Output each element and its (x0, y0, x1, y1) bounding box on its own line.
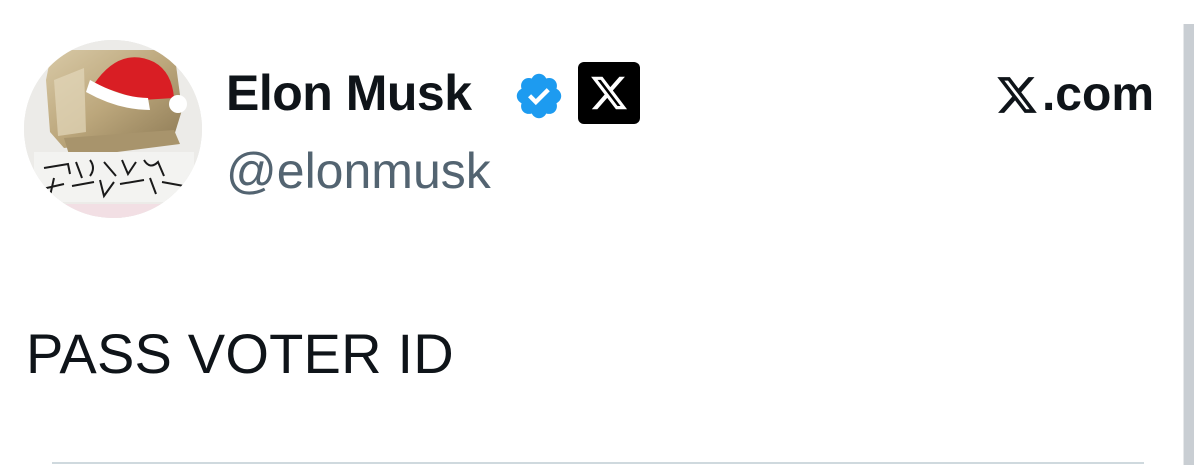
tweet-text: PASS VOTER ID (26, 322, 454, 385)
x-com-brand: .com (994, 64, 1154, 126)
x-logo-icon (591, 76, 628, 110)
divider (52, 462, 1144, 464)
x-affiliation-badge[interactable] (578, 62, 640, 124)
avatar-santa-hat-image (24, 40, 202, 218)
user-handle[interactable]: @elonmusk (226, 140, 491, 202)
verified-badge-icon[interactable] (513, 70, 565, 122)
brand-text: .com (1041, 68, 1154, 121)
display-name[interactable]: Elon Musk (226, 62, 472, 124)
profile-avatar[interactable] (24, 40, 202, 218)
x-logo-icon (997, 77, 1037, 113)
tweet-screenshot: Elon Musk @elonmusk .com PASS VOTER ID (0, 0, 1200, 465)
scrollbar-thumb[interactable] (1183, 24, 1194, 465)
